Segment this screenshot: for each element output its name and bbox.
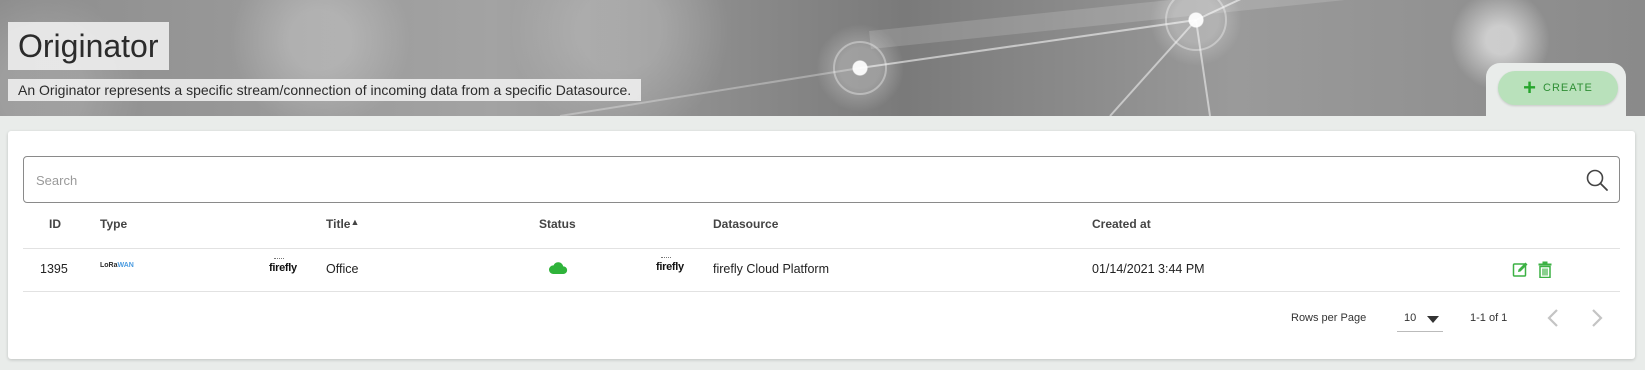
create-button-container: + CREATE [1486,63,1626,123]
column-header-title-label: Title [326,217,351,231]
column-header-title[interactable]: Title▲ [326,217,359,232]
page-subtitle: An Originator represents a specific stre… [8,79,642,101]
column-header-created-at[interactable]: Created at [1092,217,1151,231]
row-id: 1395 [40,262,68,276]
previous-page-icon[interactable] [1546,308,1560,328]
header-divider [23,248,1620,249]
sort-ascending-icon: ▲ [350,217,360,227]
column-header-id[interactable]: ID [49,217,61,231]
search-field[interactable] [23,156,1620,204]
create-button-label: CREATE [1543,82,1593,94]
rows-per-page-label: Rows per Page [1291,312,1367,324]
plus-icon: + [1523,75,1538,100]
firefly-datasource-logo: firefly [656,257,684,273]
header-banner: Originator An Originator represents a sp… [0,0,1645,116]
column-header-status[interactable]: Status [539,217,576,231]
row-title: Office [326,262,359,276]
row-created-at: 01/14/2021 3:44 PM [1092,262,1205,276]
rows-per-page-value: 10 [1404,312,1417,324]
search-icon[interactable] [1585,168,1609,192]
next-page-icon[interactable] [1590,308,1604,328]
lorawan-logo-accent: WAN [117,262,134,269]
row-datasource: firefly Cloud Platform [713,262,830,276]
column-header-type[interactable]: Type [100,217,127,231]
page-title: Originator [8,22,169,70]
firefly-type-logo: firefly [269,258,297,274]
create-button[interactable]: + CREATE [1498,71,1618,105]
search-input[interactable] [34,157,1558,204]
lorawan-logo: LoRaWAN [100,262,134,269]
lorawan-logo-text: LoRa [100,262,118,269]
rows-per-page-select[interactable]: 10 [1397,303,1443,332]
delete-icon[interactable] [1538,261,1552,278]
edit-icon[interactable] [1512,261,1529,278]
chevron-down-icon [1427,316,1439,323]
column-header-datasource[interactable]: Datasource [713,217,778,231]
cloud-status-icon [548,262,568,274]
pagination-range: 1-1 of 1 [1470,312,1508,324]
originator-table-card: ID Type Title▲ Status Datasource Created… [8,131,1635,359]
row-divider [23,291,1620,292]
